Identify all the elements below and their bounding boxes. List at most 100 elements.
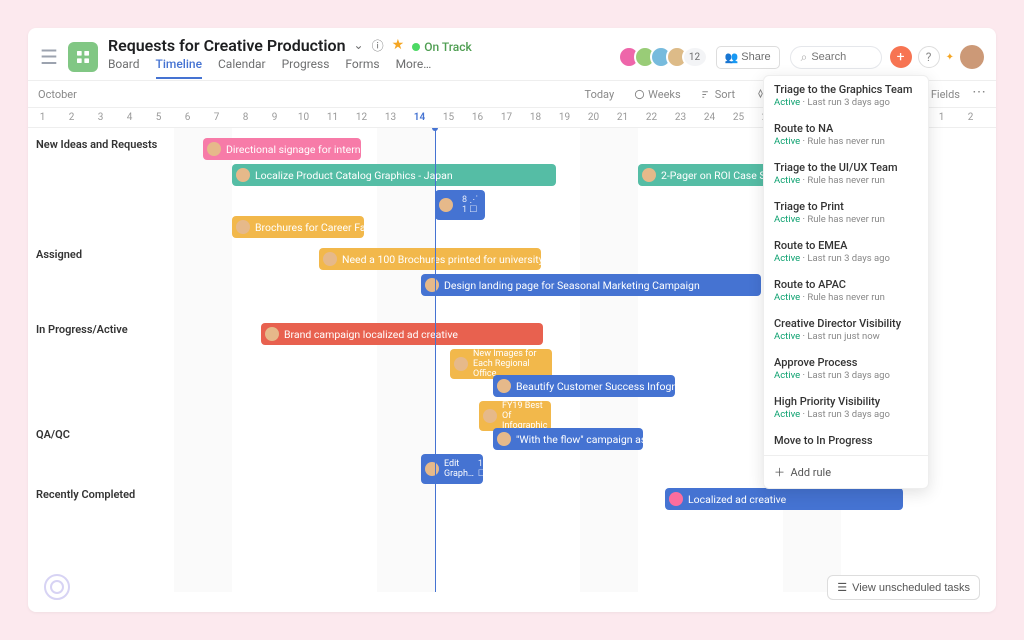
section-assigned[interactable]: Assigned <box>36 248 82 261</box>
day-17: 17 <box>492 112 521 123</box>
task-bar[interactable]: Beautify Customer Success Infographic <box>493 375 675 397</box>
task-bar[interactable]: "With the flow" campaign assets <box>493 428 643 450</box>
menu-icon[interactable]: ☰ <box>40 45 58 69</box>
zoom-weeks[interactable]: Weeks <box>626 84 689 105</box>
assignee-avatar <box>236 168 250 182</box>
tab-board[interactable]: Board <box>108 57 140 79</box>
rule-item[interactable]: Creative Director VisibilityActive · Las… <box>764 310 928 349</box>
tab-calendar[interactable]: Calendar <box>218 57 266 79</box>
day-14: 14 <box>405 112 434 123</box>
rule-item[interactable]: Route to NAActive · Rule has never run <box>764 115 928 154</box>
plus-icon: ＋ <box>774 466 785 479</box>
task-bar[interactable]: Localize Product Catalog Graphics - Japa… <box>232 164 556 186</box>
add-rule-button[interactable]: ＋ Add rule <box>764 455 928 488</box>
section-new-ideas-and-requests[interactable]: New Ideas and Requests <box>36 138 157 151</box>
day-7: 7 <box>202 112 231 123</box>
task-bar[interactable]: Brand campaign localized ad creative <box>261 323 543 345</box>
create-button[interactable]: + <box>890 46 912 68</box>
day-10: 10 <box>289 112 318 123</box>
tab-progress[interactable]: Progress <box>282 57 330 79</box>
day-16: 16 <box>463 112 492 123</box>
info-icon[interactable]: ⓘ <box>372 37 384 54</box>
search-input[interactable]: ⌕ <box>790 46 882 69</box>
list-icon: ☰ <box>837 581 847 594</box>
rule-item[interactable]: Approve ProcessActive · Last run 3 days … <box>764 349 928 388</box>
month-label: October <box>38 88 77 101</box>
day-23: 23 <box>666 112 695 123</box>
assignee-avatar <box>323 252 337 266</box>
user-avatar[interactable] <box>960 45 984 69</box>
assignee-avatar <box>483 409 497 423</box>
today-button[interactable]: Today <box>577 84 623 105</box>
day-15: 15 <box>434 112 463 123</box>
task-bar[interactable]: 8 ⋰ 1 ☐ <box>435 190 485 220</box>
day-18: 18 <box>521 112 550 123</box>
day-1: 1 <box>927 112 956 123</box>
record-icon[interactable] <box>44 574 70 600</box>
assignee-avatar <box>236 220 250 234</box>
share-button[interactable]: 👥Share <box>716 46 780 69</box>
project-icon[interactable] <box>68 42 98 72</box>
day-13: 13 <box>376 112 405 123</box>
task-bar[interactable]: Need a 100 Brochures printed for univers… <box>319 248 541 270</box>
people-icon: 👥 <box>725 51 739 64</box>
rule-item[interactable]: Triage to PrintActive · Rule has never r… <box>764 193 928 232</box>
project-members[interactable]: 12 <box>624 46 708 68</box>
rule-item[interactable]: Move to In Progress <box>764 427 928 455</box>
day-6: 6 <box>173 112 202 123</box>
day-20: 20 <box>579 112 608 123</box>
task-bar[interactable]: Localized ad creative <box>665 488 903 510</box>
more-icon[interactable]: ⋯ <box>972 84 986 105</box>
upgrade-icon[interactable]: ✦ <box>946 52 954 63</box>
section-qa-qc[interactable]: QA/QC <box>36 428 70 441</box>
assignee-avatar <box>207 142 221 156</box>
day-1: 1 <box>28 112 57 123</box>
tab-forms[interactable]: Forms <box>345 57 379 79</box>
section-recently-completed[interactable]: Recently Completed <box>36 488 135 501</box>
rule-item[interactable]: High Priority VisibilityActive · Last ru… <box>764 388 928 427</box>
day-2: 2 <box>57 112 86 123</box>
task-bar[interactable]: 2-Pager on ROI Case Study <box>638 164 770 186</box>
tab-timeline[interactable]: Timeline <box>156 57 202 79</box>
task-bar[interactable]: Design landing page for Seasonal Marketi… <box>421 274 761 296</box>
task-bar[interactable]: Directional signage for internal events <box>203 138 361 160</box>
assignee-avatar <box>497 379 511 393</box>
task-bar[interactable]: FY19 Best Of Infographic <box>479 401 551 431</box>
rule-item[interactable]: Route to EMEAActive · Last run 3 days ag… <box>764 232 928 271</box>
day-9: 9 <box>260 112 289 123</box>
tab-more…[interactable]: More… <box>396 57 432 79</box>
section-in-progress-active[interactable]: In Progress/Active <box>36 323 128 336</box>
day-3: 3 <box>985 112 996 123</box>
status-badge[interactable]: On Track <box>412 36 472 55</box>
rule-item[interactable]: Route to APACActive · Rule has never run <box>764 271 928 310</box>
day-5: 5 <box>144 112 173 123</box>
search-icon: ⌕ <box>801 50 808 65</box>
assignee-avatar <box>425 278 439 292</box>
task-bar[interactable]: Brochures for Career Fair <box>232 216 364 238</box>
sort-button[interactable]: Sort <box>693 84 743 105</box>
day-21: 21 <box>608 112 637 123</box>
day-12: 12 <box>347 112 376 123</box>
assignee-avatar <box>439 198 453 212</box>
unscheduled-button[interactable]: ☰View unscheduled tasks <box>827 575 980 600</box>
day-4: 4 <box>115 112 144 123</box>
assignee-avatar <box>669 492 683 506</box>
day-8: 8 <box>231 112 260 123</box>
day-25: 25 <box>724 112 753 123</box>
day-19: 19 <box>550 112 579 123</box>
day-11: 11 <box>318 112 347 123</box>
star-icon[interactable]: ★ <box>392 37 405 53</box>
help-icon[interactable]: ? <box>918 46 940 68</box>
rules-dropdown: Triage to the Graphics TeamActive · Last… <box>763 75 929 489</box>
task-bar[interactable]: Edit Graph…1 ☐ <box>421 454 483 484</box>
day-24: 24 <box>695 112 724 123</box>
assignee-avatar <box>425 462 439 476</box>
assignee-avatar <box>265 327 279 341</box>
assignee-avatar <box>642 168 656 182</box>
assignee-avatar <box>497 432 511 446</box>
project-title: Requests for Creative Production <box>108 36 346 55</box>
day-22: 22 <box>637 112 666 123</box>
rule-item[interactable]: Triage to the UI/UX TeamActive · Rule ha… <box>764 154 928 193</box>
rule-item[interactable]: Triage to the Graphics TeamActive · Last… <box>764 76 928 115</box>
chevron-down-icon[interactable]: ⌄ <box>354 38 364 52</box>
